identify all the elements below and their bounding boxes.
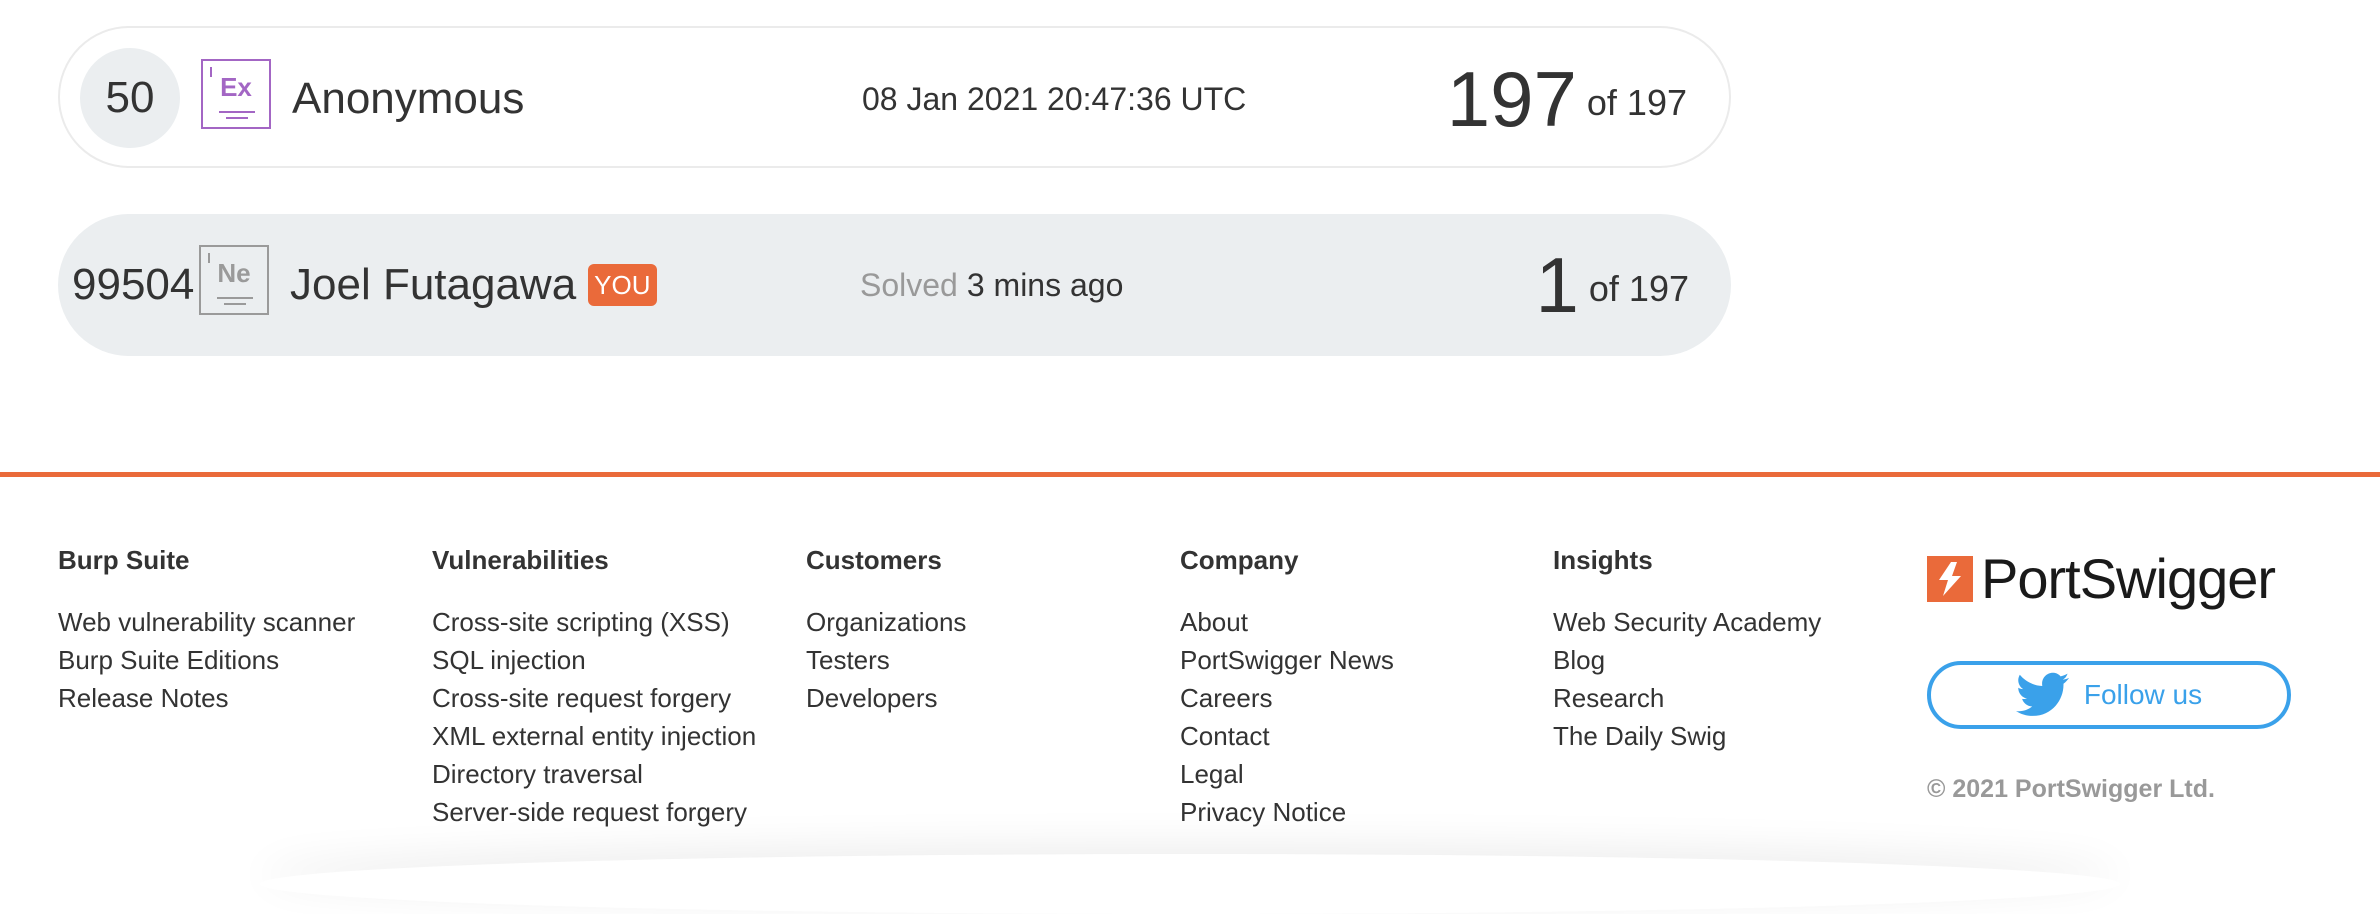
footer-link[interactable]: The Daily Swig — [1553, 717, 1821, 755]
footer-heading: Insights — [1553, 545, 1653, 575]
footer-column-company: Company About PortSwigger News Careers C… — [1180, 545, 1394, 831]
site-footer: Burp Suite Web vulnerability scanner Bur… — [0, 477, 2380, 874]
brand-name: PortSwigger — [1981, 547, 2276, 610]
you-badge: YOU — [588, 264, 657, 306]
footer-column-insights: Insights Web Security Academy Blog Resea… — [1553, 545, 1821, 755]
copyright-text: © 2021 PortSwigger Ltd. — [1927, 775, 2215, 803]
newcomer-level-badge-icon: Ne — [199, 245, 269, 315]
footer-link[interactable]: Blog — [1553, 641, 1821, 679]
user-name-block: Joel Futagawa YOU — [290, 214, 657, 356]
footer-column-customers: Customers Organizations Testers Develope… — [806, 545, 966, 717]
footer-column-burp-suite: Burp Suite Web vulnerability scanner Bur… — [58, 545, 355, 717]
footer-link[interactable]: Legal — [1180, 755, 1394, 793]
portswigger-logo-link[interactable]: PortSwigger — [1927, 547, 2276, 610]
footer-link[interactable]: Careers — [1180, 679, 1394, 717]
footer-link[interactable]: Web Security Academy — [1553, 603, 1821, 641]
score: 197 of 197 — [1447, 28, 1687, 170]
leaderboard-row: 50 Ex Anonymous 08 Jan 2021 20:47:36 UTC… — [58, 26, 1731, 168]
footer-column-vulnerabilities: Vulnerabilities Cross-site scripting (XS… — [432, 545, 756, 831]
footer-link[interactable]: Directory traversal — [432, 755, 756, 793]
footer-link[interactable]: Cross-site scripting (XSS) — [432, 603, 756, 641]
footer-link[interactable]: Testers — [806, 641, 966, 679]
footer-heading: Vulnerabilities — [432, 545, 609, 575]
score-total: of 197 — [1588, 268, 1689, 309]
footer-link[interactable]: PortSwigger News — [1180, 641, 1394, 679]
user-name: Joel Futagawa — [290, 260, 577, 309]
footer-link[interactable]: SQL injection — [432, 641, 756, 679]
solve-status-prefix: Solved — [860, 266, 958, 303]
rank-number: 50 — [80, 48, 180, 148]
footer-link[interactable]: Research — [1553, 679, 1821, 717]
footer-link[interactable]: Developers — [806, 679, 966, 717]
footer-heading: Customers — [806, 545, 942, 575]
score-solved: 197 — [1446, 55, 1577, 143]
leaderboard-row-current-user: 99504 Ne Joel Futagawa YOU Solved 3 mins… — [58, 214, 1731, 356]
footer-link[interactable]: Server-side request forgery — [432, 793, 756, 831]
footer-link[interactable]: XML external entity injection — [432, 717, 756, 755]
completion-timestamp: 08 Jan 2021 20:47:36 UTC — [862, 80, 1247, 117]
badge-symbol: Ex — [220, 72, 252, 102]
leaderboard: 50 Ex Anonymous 08 Jan 2021 20:47:36 UTC… — [58, 26, 1731, 356]
footer-heading: Company — [1180, 545, 1299, 575]
score-total: of 197 — [1586, 82, 1687, 123]
follow-label: Follow us — [2083, 679, 2203, 710]
footer-link[interactable]: Contact — [1180, 717, 1394, 755]
footer-link[interactable]: Burp Suite Editions — [58, 641, 355, 679]
footer-link[interactable]: About — [1180, 603, 1394, 641]
footer-link[interactable]: Release Notes — [58, 679, 355, 717]
footer-link[interactable]: Cross-site request forgery — [432, 679, 756, 717]
user-name: Anonymous — [292, 74, 525, 123]
footer-link[interactable]: Privacy Notice — [1180, 793, 1394, 831]
footer-link[interactable]: Web vulnerability scanner — [58, 603, 355, 641]
expert-level-badge-icon: Ex — [201, 59, 271, 129]
badge-symbol: Ne — [217, 258, 251, 288]
score: 1 of 197 — [1536, 214, 1689, 356]
footer-link[interactable]: Organizations — [806, 603, 966, 641]
page-bottom-shadow — [260, 854, 2120, 914]
solve-status-time: 3 mins ago — [966, 266, 1124, 303]
score-solved: 1 — [1535, 241, 1579, 329]
rank-number: 99504 — [72, 260, 195, 309]
twitter-bird-icon — [2015, 672, 2070, 718]
solve-status: Solved 3 mins ago — [860, 214, 1123, 356]
footer-heading: Burp Suite — [58, 545, 190, 575]
twitter-follow-button[interactable]: Follow us — [1927, 661, 2291, 729]
portswigger-logo-icon — [1927, 556, 1973, 602]
